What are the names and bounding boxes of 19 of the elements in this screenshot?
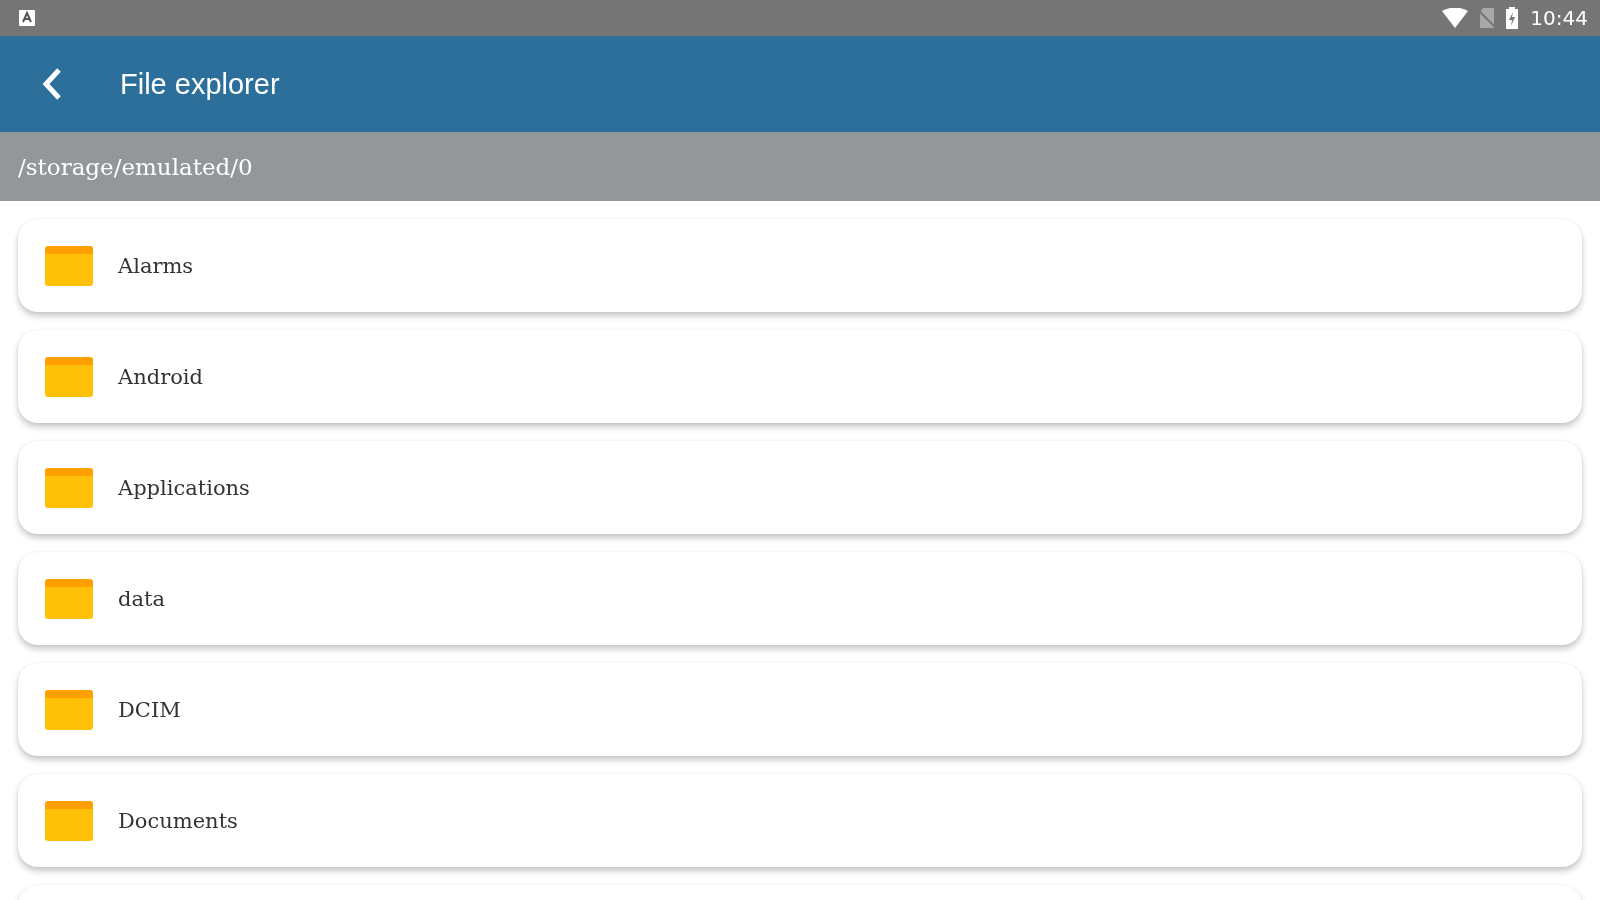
folder-icon [45, 689, 93, 730]
folder-icon [45, 800, 93, 841]
status-time: 10:44 [1530, 6, 1588, 30]
no-sim-icon [1478, 8, 1497, 28]
folder-item[interactable]: Android [18, 330, 1582, 423]
folder-item[interactable]: data [18, 552, 1582, 645]
battery-icon [1506, 7, 1519, 29]
current-path: /storage/emulated/0 [18, 153, 253, 180]
folder-item[interactable]: DCIM [18, 663, 1582, 756]
folder-item[interactable]: Applications [18, 441, 1582, 534]
folder-icon [45, 578, 93, 619]
folder-icon [45, 356, 93, 397]
folder-icon [45, 245, 93, 286]
folder-icon [45, 467, 93, 508]
wifi-icon [1442, 8, 1469, 28]
screen-title: File explorer [120, 67, 280, 101]
folder-item[interactable]: Documents [18, 774, 1582, 867]
notification-icon [19, 10, 35, 26]
folder-item[interactable]: Alarms [18, 219, 1582, 312]
